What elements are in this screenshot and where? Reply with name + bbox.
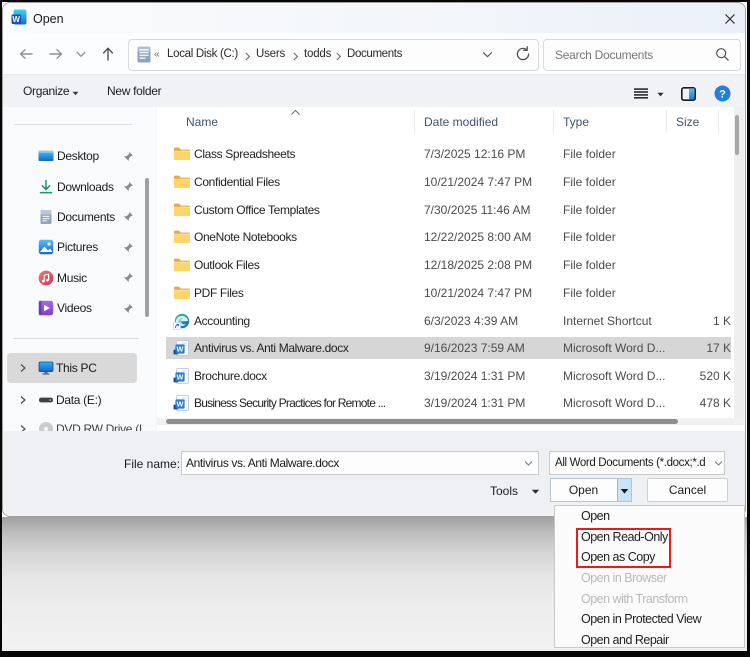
svg-text:?: ? [719, 89, 726, 101]
svg-text:W: W [177, 345, 184, 354]
svg-text:W: W [12, 15, 20, 24]
svg-text:W: W [177, 400, 184, 409]
svg-text:W: W [177, 373, 184, 382]
